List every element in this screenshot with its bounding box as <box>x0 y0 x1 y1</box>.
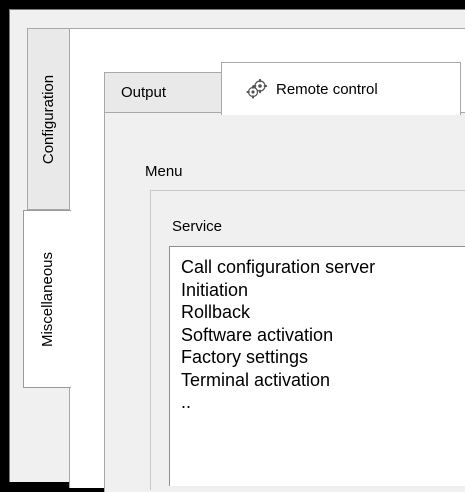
service-list-item[interactable]: Factory settings <box>181 346 465 369</box>
service-list-item[interactable]: Software activation <box>181 324 465 347</box>
tab-output-label: Output <box>121 84 167 101</box>
tab-configuration-label: Configuration <box>40 74 58 164</box>
tab-configuration[interactable]: Configuration <box>27 28 69 210</box>
service-list-item[interactable]: Rollback <box>181 301 465 324</box>
gears-icon <box>246 79 268 99</box>
service-list-item[interactable]: .. <box>181 391 465 414</box>
service-list-item[interactable]: Initiation <box>181 279 465 302</box>
service-list-item[interactable]: Call configuration server <box>181 256 465 279</box>
service-list[interactable]: Call configuration server Initiation Rol… <box>169 246 465 486</box>
tab-miscellaneous-label: Miscellaneous <box>39 251 57 347</box>
service-list-item[interactable]: Terminal activation <box>181 369 465 392</box>
tab-remote-control[interactable]: Remote control <box>221 62 461 115</box>
tab-output[interactable]: Output <box>104 72 222 112</box>
menu-label: Menu <box>145 163 183 180</box>
tab-remote-control-label: Remote control <box>276 80 378 98</box>
tab-miscellaneous[interactable]: Miscellaneous <box>23 210 71 388</box>
service-label: Service <box>172 218 223 235</box>
